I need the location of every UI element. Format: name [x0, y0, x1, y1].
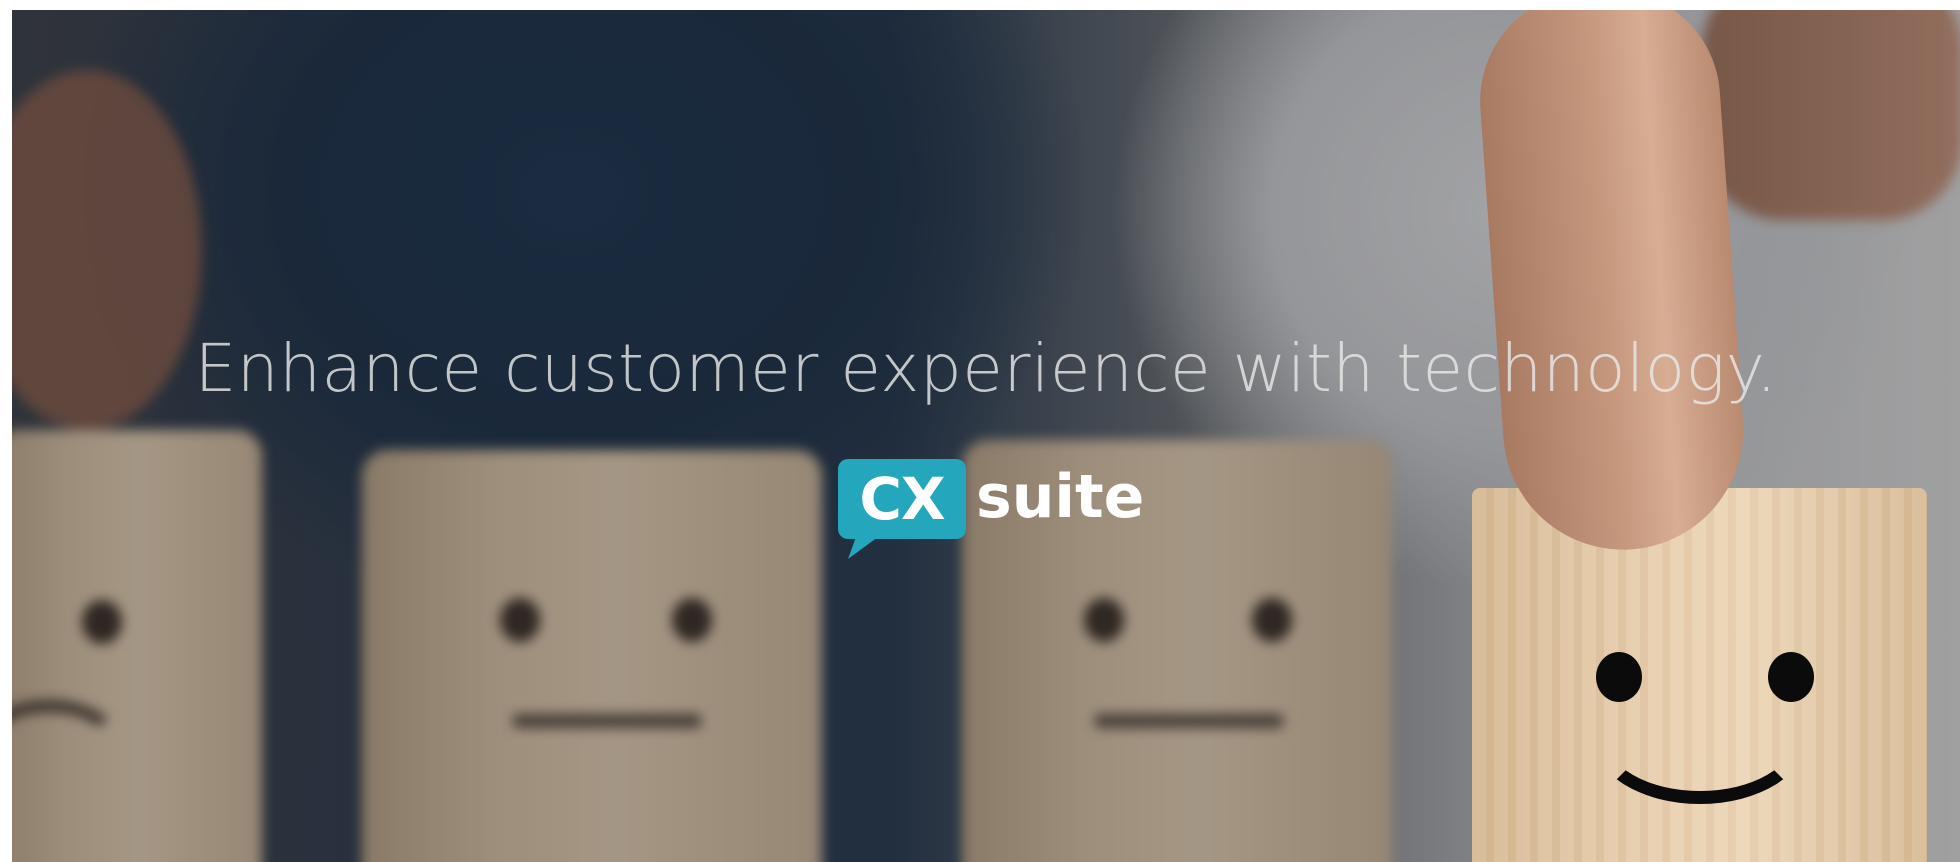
logo-word: suite	[976, 462, 1145, 532]
logo-badge: CX	[838, 459, 966, 539]
hero-headline: Enhance customer experience with technol…	[194, 330, 1778, 407]
logo-badge-text: CX	[859, 465, 945, 533]
hero-banner: Enhance customer experience with technol…	[12, 10, 1960, 862]
cx-suite-logo: CX suite	[838, 459, 1144, 559]
